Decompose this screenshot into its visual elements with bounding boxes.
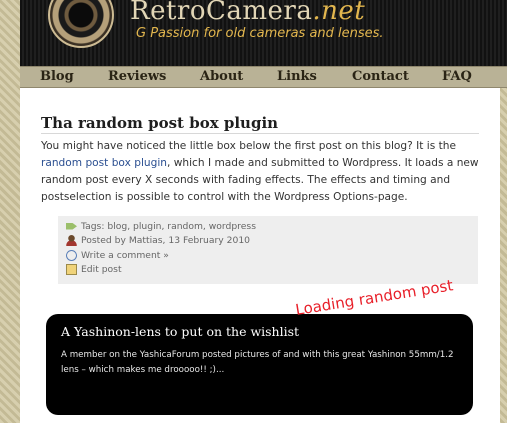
- camera-lens-logo-icon[interactable]: [48, 0, 114, 48]
- main-content: Tha random post box plugin You might hav…: [20, 88, 500, 423]
- random-post-title[interactable]: A Yashinon-lens to put on the wishlist: [61, 324, 299, 339]
- site-name: RetroCamera: [130, 0, 313, 26]
- post-body-text-1: You might have noticed the little box be…: [41, 140, 456, 152]
- posted-by-line: Posted by Mattias, 13 February 2010: [66, 234, 470, 249]
- post-title[interactable]: Tha random post box plugin: [41, 114, 278, 132]
- nav-item-blog[interactable]: Blog: [40, 69, 74, 84]
- random-post-excerpt: A member on the YashicaForum posted pict…: [61, 350, 454, 375]
- site-header: RetroCamera.net G Passion for old camera…: [20, 0, 507, 66]
- nav-item-about[interactable]: About: [200, 69, 243, 84]
- nav-item-contact[interactable]: Contact: [352, 69, 409, 84]
- site-tagline: G Passion for old cameras and lenses.: [136, 26, 384, 41]
- random-post-box: A Yashinon-lens to put on the wishlist A…: [46, 314, 473, 415]
- title-divider: [41, 133, 479, 134]
- edit-line: Edit post: [66, 263, 470, 278]
- edit-post-link[interactable]: Edit post: [81, 264, 122, 275]
- left-paper-border: [0, 0, 20, 423]
- nav-item-links[interactable]: Links: [277, 69, 317, 84]
- site-tld: .net: [312, 0, 366, 26]
- write-comment-link[interactable]: Write a comment »: [81, 250, 169, 261]
- tag-icon: [66, 222, 77, 230]
- user-icon: [66, 235, 77, 247]
- posted-by-text: Posted by Mattias, 13 February 2010: [81, 235, 251, 247]
- post-body: You might have noticed the little box be…: [41, 138, 481, 206]
- edit-icon: [66, 264, 77, 276]
- main-nav: Blog Reviews About Links Contact FAQ: [20, 66, 507, 88]
- nav-item-reviews[interactable]: Reviews: [108, 69, 166, 84]
- random-post-box-plugin-link[interactable]: random post box plugin: [41, 157, 167, 169]
- tags-list[interactable]: blog, plugin, random, wordpress: [107, 221, 256, 232]
- tags-line: Tags: blog, plugin, random, wordpress: [66, 219, 470, 234]
- comment-icon: [66, 249, 77, 261]
- comment-line: Write a comment »: [66, 248, 470, 263]
- site-title[interactable]: RetroCamera.net: [130, 0, 365, 26]
- post-meta-box: Tags: blog, plugin, random, wordpress Po…: [58, 216, 478, 284]
- nav-item-faq[interactable]: FAQ: [442, 69, 472, 84]
- tags-label: Tags:: [81, 220, 105, 232]
